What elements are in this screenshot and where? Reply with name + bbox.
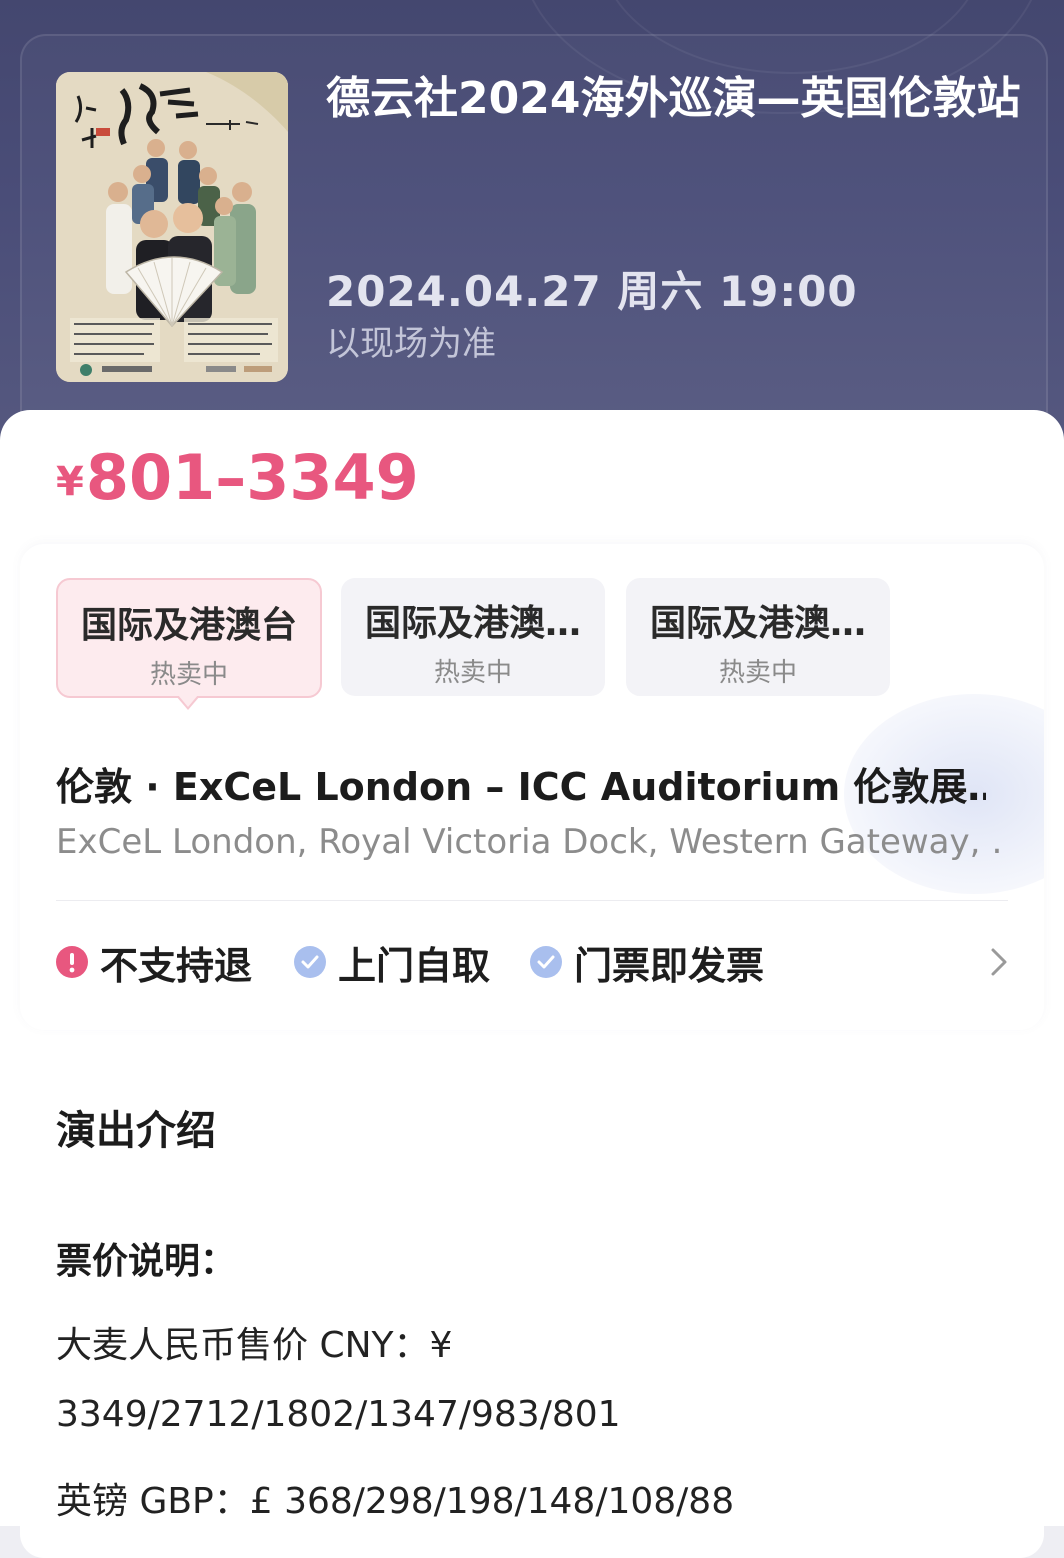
check-icon xyxy=(294,946,326,978)
session-tab-status: 热卖中 xyxy=(718,658,797,688)
price-range-value: 801–3349 xyxy=(85,441,419,514)
session-tab-title: 国际及港澳台 xyxy=(80,605,297,646)
price-line: 3349/2712/1802/1347/983/801 xyxy=(56,1394,621,1435)
exclamation-icon xyxy=(56,946,88,978)
section-title: 演出介绍 xyxy=(56,1108,216,1154)
venue-address[interactable]: ExCeL London, Royal Victoria Dock, Weste… xyxy=(56,822,1006,862)
check-icon xyxy=(530,946,562,978)
price-explanation-heading: 票价说明： xyxy=(56,1241,237,1282)
service-label: 上门自取 xyxy=(338,943,491,988)
service-label: 门票即发票 xyxy=(574,943,765,988)
service-item-no-refund: 不支持退 xyxy=(56,938,252,988)
event-title: 德云社2024海外巡演—英国伦敦站 xyxy=(326,73,1021,124)
service-item-invoice: 门票即发票 xyxy=(530,938,764,988)
session-tab-status: 热卖中 xyxy=(433,658,512,688)
service-policies[interactable]: 不支持退 上门自取 门票即发票 xyxy=(56,938,1016,988)
divider xyxy=(56,900,1008,901)
price-range: ¥801–3349 xyxy=(56,440,419,520)
session-tab-status: 热卖中 xyxy=(149,660,228,690)
price-line: 英镑 GBP：£ 368/298/198/148/108/88 xyxy=(56,1481,735,1522)
venue-name[interactable]: 伦敦 · ExCeL London – ICC Auditorium 伦敦展… xyxy=(56,756,986,811)
session-tab-title: 国际及港澳… xyxy=(649,603,866,644)
selected-tab-pointer xyxy=(178,695,198,707)
session-tab[interactable]: 国际及港澳… 热卖中 xyxy=(626,578,890,696)
service-label: 不支持退 xyxy=(100,943,253,988)
service-item-pickup: 上门自取 xyxy=(294,938,490,988)
event-poster-image[interactable] xyxy=(56,72,288,382)
datetime-note: 以现场为准 xyxy=(326,324,496,364)
session-tab[interactable]: 国际及港澳… 热卖中 xyxy=(341,578,605,696)
session-tab-title: 国际及港澳… xyxy=(364,603,581,644)
currency-symbol: ¥ xyxy=(56,459,84,505)
event-datetime: 2024.04.27 周六 19:00 xyxy=(326,267,858,316)
chevron-right-icon[interactable] xyxy=(986,946,1012,978)
price-line: 大麦人民币售价 CNY：¥ xyxy=(56,1325,453,1366)
session-tab[interactable]: 国际及港澳台 热卖中 xyxy=(56,578,322,698)
